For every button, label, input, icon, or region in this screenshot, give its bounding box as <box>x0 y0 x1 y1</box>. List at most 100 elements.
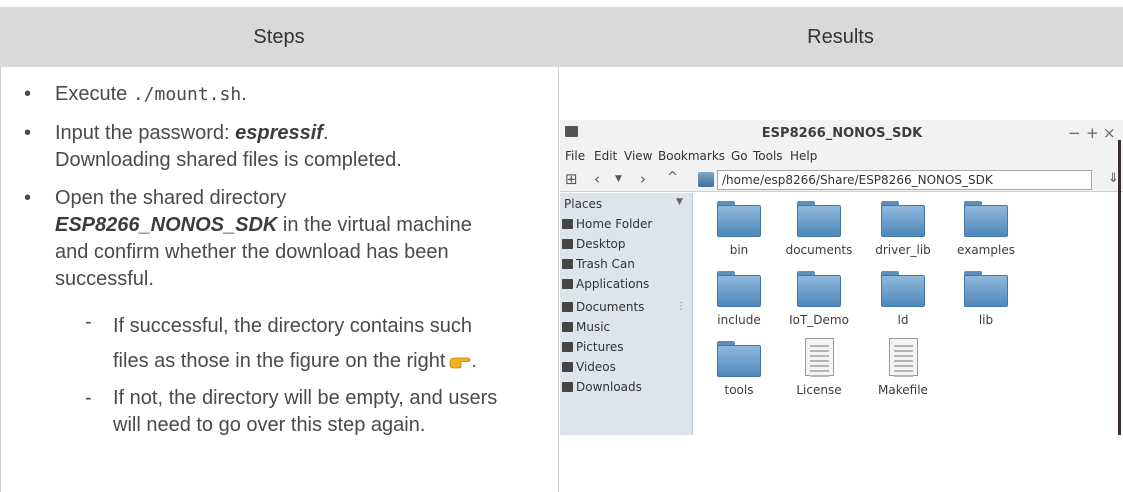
file-name: lib <box>978 313 994 327</box>
dash-marker: - <box>85 387 92 409</box>
sidebar-item-label: Videos <box>576 360 616 374</box>
sidebar-item-home[interactable]: Home Folder <box>562 217 652 237</box>
window-titlebar: ESP8266_NONOS_SDK − + × <box>560 120 1123 146</box>
applications-icon <box>562 279 573 289</box>
step-text: If successful, the directory contains su… <box>113 315 473 337</box>
command-code: ./mount.sh <box>132 84 242 105</box>
home-location-icon[interactable] <box>698 172 714 187</box>
up-icon[interactable]: ^ <box>667 170 678 185</box>
file-name: ld <box>897 313 909 327</box>
sidebar-item-label: Trash Can <box>576 257 635 271</box>
file-item-iot-demo[interactable]: IoT_Demo <box>774 263 864 338</box>
text-file-icon <box>889 338 918 377</box>
sidebar-item-videos[interactable]: Videos <box>562 360 616 380</box>
folder-icon <box>717 341 761 377</box>
file-item-makefile[interactable]: Makefile <box>858 333 948 408</box>
folder-icon <box>797 271 841 307</box>
sidebar-resize-handle[interactable]: ⋮ <box>676 301 686 312</box>
sidebar-item-desktop[interactable]: Desktop <box>562 237 626 257</box>
column-divider <box>558 67 559 492</box>
window-title: ESP8266_NONOS_SDK <box>761 126 923 141</box>
substep-success: If successful, the directory contains su… <box>113 309 553 379</box>
file-item-include[interactable]: include <box>694 263 784 338</box>
file-grid: bin documents driver_lib examples includ… <box>694 193 1123 435</box>
password-value: espressif <box>235 122 323 144</box>
minimize-button[interactable]: − <box>1068 124 1081 142</box>
sidebar-item-label: Pictures <box>576 340 624 354</box>
file-item-bin[interactable]: bin <box>694 193 784 268</box>
sidebar-item-pictures[interactable]: Pictures <box>562 340 624 360</box>
folder-icon <box>562 362 573 372</box>
menu-edit[interactable]: Edit <box>594 149 617 163</box>
file-item-ld[interactable]: ld <box>858 263 948 338</box>
file-name: IoT_Demo <box>789 313 849 327</box>
menu-bookmarks[interactable]: Bookmarks <box>658 149 725 163</box>
folder-icon <box>562 342 573 352</box>
sidebar-item-downloads[interactable]: Downloads <box>562 380 642 400</box>
close-button[interactable]: × <box>1103 124 1116 142</box>
chevron-down-icon[interactable]: ▼ <box>676 197 683 207</box>
sidebar-item-label: Documents <box>576 300 645 314</box>
step-text: successful. <box>55 268 154 290</box>
sidebar-item-label: Home Folder <box>576 217 653 231</box>
substep-failure: If not, the directory will be empty, and… <box>113 385 553 439</box>
places-header[interactable]: Places <box>564 197 602 211</box>
file-name: driver_lib <box>875 243 931 257</box>
sidebar-item-trash[interactable]: Trash Can <box>562 257 635 277</box>
step-text: Execute <box>55 83 133 105</box>
step-text: Input the password: <box>55 122 236 144</box>
file-item-driver-lib[interactable]: driver_lib <box>858 193 948 268</box>
file-item-documents[interactable]: documents <box>774 193 864 268</box>
maximize-button[interactable]: + <box>1086 124 1099 142</box>
folder-icon <box>562 302 573 312</box>
folder-icon <box>562 322 573 332</box>
file-name: Makefile <box>878 383 928 397</box>
step-text: . <box>241 83 247 105</box>
menu-view[interactable]: View <box>624 149 652 163</box>
back-icon[interactable]: ‹ <box>594 170 600 188</box>
path-input[interactable]: /home/esp8266/Share/ESP8266_NONOS_SDK <box>717 170 1092 190</box>
menu-bar: File Edit View Bookmarks Go Tools Help <box>560 146 1123 168</box>
history-dropdown-icon[interactable]: ▼ <box>615 174 622 184</box>
trash-icon <box>562 259 573 269</box>
places-sidebar: Places ▼ Home Folder Desktop Trash Can A… <box>560 193 693 435</box>
sidebar-item-documents[interactable]: Documents <box>562 300 644 320</box>
desktop-icon <box>562 239 573 249</box>
new-tab-icon[interactable]: ⊞ <box>565 170 578 188</box>
folder-icon <box>964 271 1008 307</box>
file-name: documents <box>785 243 853 257</box>
sidebar-item-label: Music <box>576 320 611 334</box>
results-column-header: Results <box>807 26 874 48</box>
sidebar-item-label: Downloads <box>576 380 642 394</box>
file-item-examples[interactable]: examples <box>941 193 1031 268</box>
sidebar-item-label: Desktop <box>576 237 626 251</box>
pointing-hand-icon <box>450 357 471 369</box>
step-password: Input the password: espressif. Downloadi… <box>55 120 550 174</box>
forward-icon[interactable]: › <box>640 170 646 188</box>
step-text: . <box>471 350 477 372</box>
dash-marker: - <box>85 311 92 333</box>
menu-file[interactable]: File <box>565 149 585 163</box>
folder-icon <box>964 201 1008 237</box>
file-manager-window: ESP8266_NONOS_SDK − + × File Edit View B… <box>560 120 1123 435</box>
file-name: License <box>796 383 842 397</box>
file-item-license[interactable]: License <box>774 333 864 408</box>
text-file-icon <box>805 338 834 377</box>
menu-tools[interactable]: Tools <box>753 149 783 163</box>
file-item-tools[interactable]: tools <box>694 333 784 408</box>
file-name: examples <box>957 243 1015 257</box>
menu-help[interactable]: Help <box>790 149 817 163</box>
steps-results-table: Steps Results • Execute ./mount.sh. • In… <box>0 0 1123 492</box>
menu-go[interactable]: Go <box>731 149 748 163</box>
file-item-lib[interactable]: lib <box>941 263 1031 338</box>
step-open-directory: Open the shared directory ESP8266_NONOS_… <box>55 185 550 293</box>
sidebar-item-applications[interactable]: Applications <box>562 277 649 297</box>
steps-cell: • Execute ./mount.sh. • Input the passwo… <box>0 67 558 492</box>
bullet-icon: • <box>24 83 32 105</box>
sidebar-item-label: Applications <box>576 277 650 291</box>
sidebar-item-music[interactable]: Music <box>562 320 610 340</box>
location-toolbar: ⊞ ‹ ▼ › ^ /home/esp8266/Share/ESP8266_NO… <box>560 168 1123 192</box>
step-text: Downloading shared files is completed. <box>55 149 402 171</box>
file-name: include <box>717 313 761 327</box>
step-text: in the virtual machine <box>277 214 472 236</box>
